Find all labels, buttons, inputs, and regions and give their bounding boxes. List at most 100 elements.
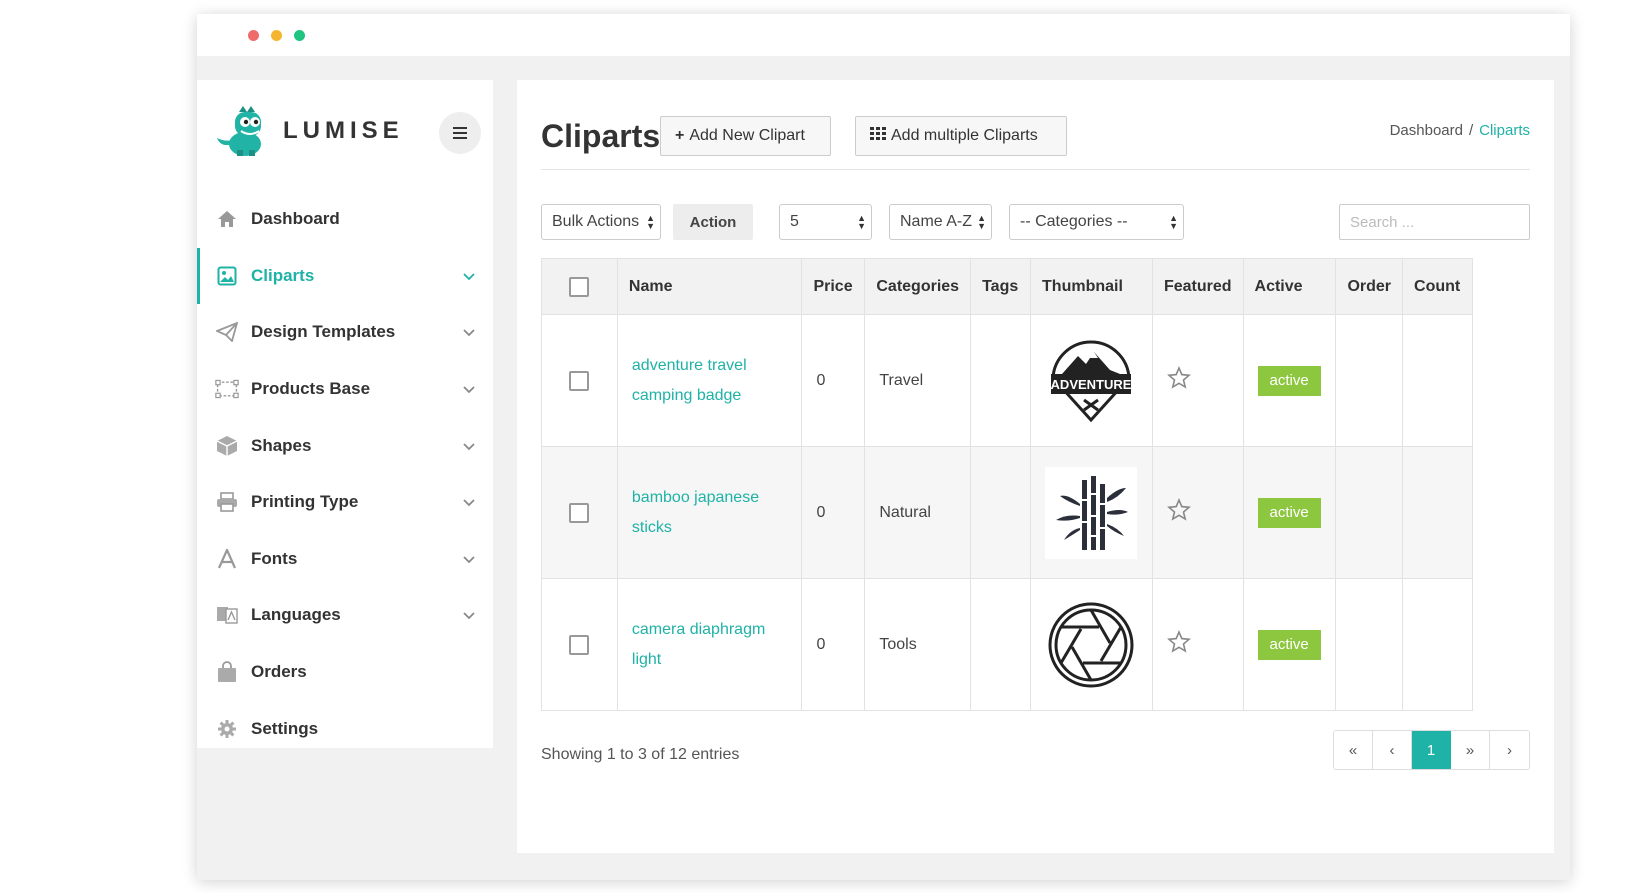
tags-cell xyxy=(970,314,1032,447)
thumbnail-cell xyxy=(1030,578,1153,711)
categories-select[interactable]: -- Categories -- ▲ ▼ xyxy=(1009,204,1184,240)
search-input[interactable] xyxy=(1339,204,1530,240)
sidebar-item-products-base[interactable]: Products Base xyxy=(197,361,493,418)
column-header-order[interactable]: Order xyxy=(1335,258,1404,315)
column-header-price[interactable]: Price xyxy=(801,258,866,315)
svg-text:ADVENTURE: ADVENTURE xyxy=(1051,377,1132,392)
column-header-featured[interactable]: Featured xyxy=(1151,258,1244,315)
logo[interactable]: LUMISE xyxy=(215,104,404,158)
count-cell xyxy=(1402,314,1473,447)
entries-info: Showing 1 to 3 of 12 entries xyxy=(541,746,740,763)
sidebar-item-cliparts[interactable]: Cliparts xyxy=(197,247,493,305)
chevron-down-icon xyxy=(463,612,475,620)
column-header-tags[interactable]: Tags xyxy=(970,258,1032,315)
close-dot[interactable] xyxy=(248,30,259,41)
price-cell: 0 xyxy=(801,314,866,447)
first-page-button[interactable]: « xyxy=(1334,731,1373,769)
sidebar-item-settings[interactable]: Settings xyxy=(197,700,493,757)
tags-cell xyxy=(970,578,1032,711)
order-cell xyxy=(1335,314,1404,447)
shopping-bag-icon xyxy=(215,660,239,684)
camera-aperture-thumbnail xyxy=(1045,598,1138,691)
sidebar-item-label: Shapes xyxy=(251,435,312,455)
image-icon xyxy=(215,264,239,288)
bulk-actions-select[interactable]: Bulk Actions ▲ ▼ xyxy=(541,204,661,240)
font-icon xyxy=(215,547,239,571)
row-checkbox[interactable] xyxy=(569,370,590,391)
table-row: adventure travel camping badge 0 Travel xyxy=(541,314,1473,447)
table-header-row: Name Price Categories Tags Thumbnail Fea… xyxy=(541,258,1473,315)
name-cell: bamboo japanese sticks xyxy=(616,446,803,579)
chevron-down-icon xyxy=(463,556,475,564)
home-icon xyxy=(215,207,239,231)
cliparts-table-wrapper: Name Price Categories Tags Thumbnail Fea… xyxy=(541,258,1473,711)
add-new-clipart-label: Add New Clipart xyxy=(689,127,805,144)
last-page-button[interactable]: › xyxy=(1490,731,1529,769)
select-all-checkbox[interactable] xyxy=(569,276,590,297)
sidebar-item-printing-type[interactable]: Printing Type xyxy=(197,474,493,531)
sidebar-item-design-templates[interactable]: Design Templates xyxy=(197,304,493,361)
star-outline-icon[interactable] xyxy=(1166,365,1191,390)
featured-cell xyxy=(1151,578,1244,711)
clipart-name-link[interactable]: bamboo japanese sticks xyxy=(632,483,782,543)
column-header-categories[interactable]: Categories xyxy=(864,258,972,315)
row-checkbox[interactable] xyxy=(569,634,590,655)
sort-select[interactable]: Name A-Z ▲ ▼ xyxy=(889,204,992,240)
next-page-button[interactable]: » xyxy=(1451,731,1490,769)
price-cell: 0 xyxy=(801,578,866,711)
sidebar-item-label: Design Templates xyxy=(251,322,396,342)
add-new-clipart-button[interactable]: + Add New Clipart xyxy=(660,116,831,156)
sidebar-nav: Dashboard Cliparts Design Templates Prod… xyxy=(197,191,493,757)
row-checkbox[interactable] xyxy=(569,502,590,523)
breadcrumb-current: Cliparts xyxy=(1479,122,1530,139)
language-icon xyxy=(215,603,239,627)
menu-toggle-button[interactable] xyxy=(439,112,481,154)
order-cell xyxy=(1335,446,1404,579)
printer-icon xyxy=(215,490,239,514)
sidebar: LUMISE Dashboard Cliparts Design Templat… xyxy=(197,80,493,748)
name-cell: adventure travel camping badge xyxy=(616,314,803,447)
sidebar-item-label: Settings xyxy=(251,718,319,738)
featured-cell xyxy=(1151,314,1244,447)
active-status-badge[interactable]: active xyxy=(1257,629,1321,660)
breadcrumb: Dashboard / Cliparts xyxy=(1390,122,1530,139)
category-cell: Travel xyxy=(864,314,972,447)
breadcrumb-separator: / xyxy=(1468,122,1474,139)
sidebar-item-fonts[interactable]: Fonts xyxy=(197,531,493,588)
cliparts-table: Name Price Categories Tags Thumbnail Fea… xyxy=(541,258,1473,711)
page-title: Cliparts xyxy=(541,118,661,154)
clipart-name-link[interactable]: camera diaphragm light xyxy=(632,615,782,675)
column-header-active[interactable]: Active xyxy=(1242,258,1337,315)
column-header-thumbnail: Thumbnail xyxy=(1030,258,1153,315)
row-checkbox-cell xyxy=(541,314,618,447)
per-page-select[interactable]: 5 ▲ ▼ xyxy=(779,204,872,240)
star-outline-icon[interactable] xyxy=(1166,629,1191,654)
sidebar-item-label: Fonts xyxy=(251,548,298,568)
active-status-badge[interactable]: active xyxy=(1257,365,1321,396)
tags-cell xyxy=(970,446,1032,579)
active-status-badge[interactable]: active xyxy=(1257,497,1321,528)
add-multiple-cliparts-button[interactable]: Add multiple Cliparts xyxy=(855,116,1067,156)
pagination: « ‹ 1 » › xyxy=(1333,730,1530,770)
page-1-button[interactable]: 1 xyxy=(1412,731,1451,769)
prev-page-button[interactable]: ‹ xyxy=(1373,731,1412,769)
minimize-dot[interactable] xyxy=(271,30,282,41)
action-button[interactable]: Action xyxy=(673,204,753,240)
row-checkbox-cell xyxy=(541,578,618,711)
clipart-name-link[interactable]: adventure travel camping badge xyxy=(632,351,782,411)
sidebar-item-shapes[interactable]: Shapes xyxy=(197,417,493,474)
sidebar-item-dashboard[interactable]: Dashboard xyxy=(197,191,493,248)
gear-icon xyxy=(215,717,239,741)
categories-value: -- Categories -- xyxy=(1020,213,1128,230)
chevron-down-icon xyxy=(463,329,475,337)
breadcrumb-dashboard[interactable]: Dashboard xyxy=(1390,122,1463,139)
star-outline-icon[interactable] xyxy=(1166,497,1191,522)
column-header-name[interactable]: Name xyxy=(616,258,803,315)
column-header-count[interactable]: Count xyxy=(1402,258,1473,315)
adventure-badge-thumbnail: ADVENTURE xyxy=(1045,334,1138,427)
sidebar-item-orders[interactable]: Orders xyxy=(197,644,493,701)
maximize-dot[interactable] xyxy=(294,30,305,41)
order-cell xyxy=(1335,578,1404,711)
sidebar-item-languages[interactable]: Languages xyxy=(197,587,493,644)
cube-icon xyxy=(215,434,239,458)
